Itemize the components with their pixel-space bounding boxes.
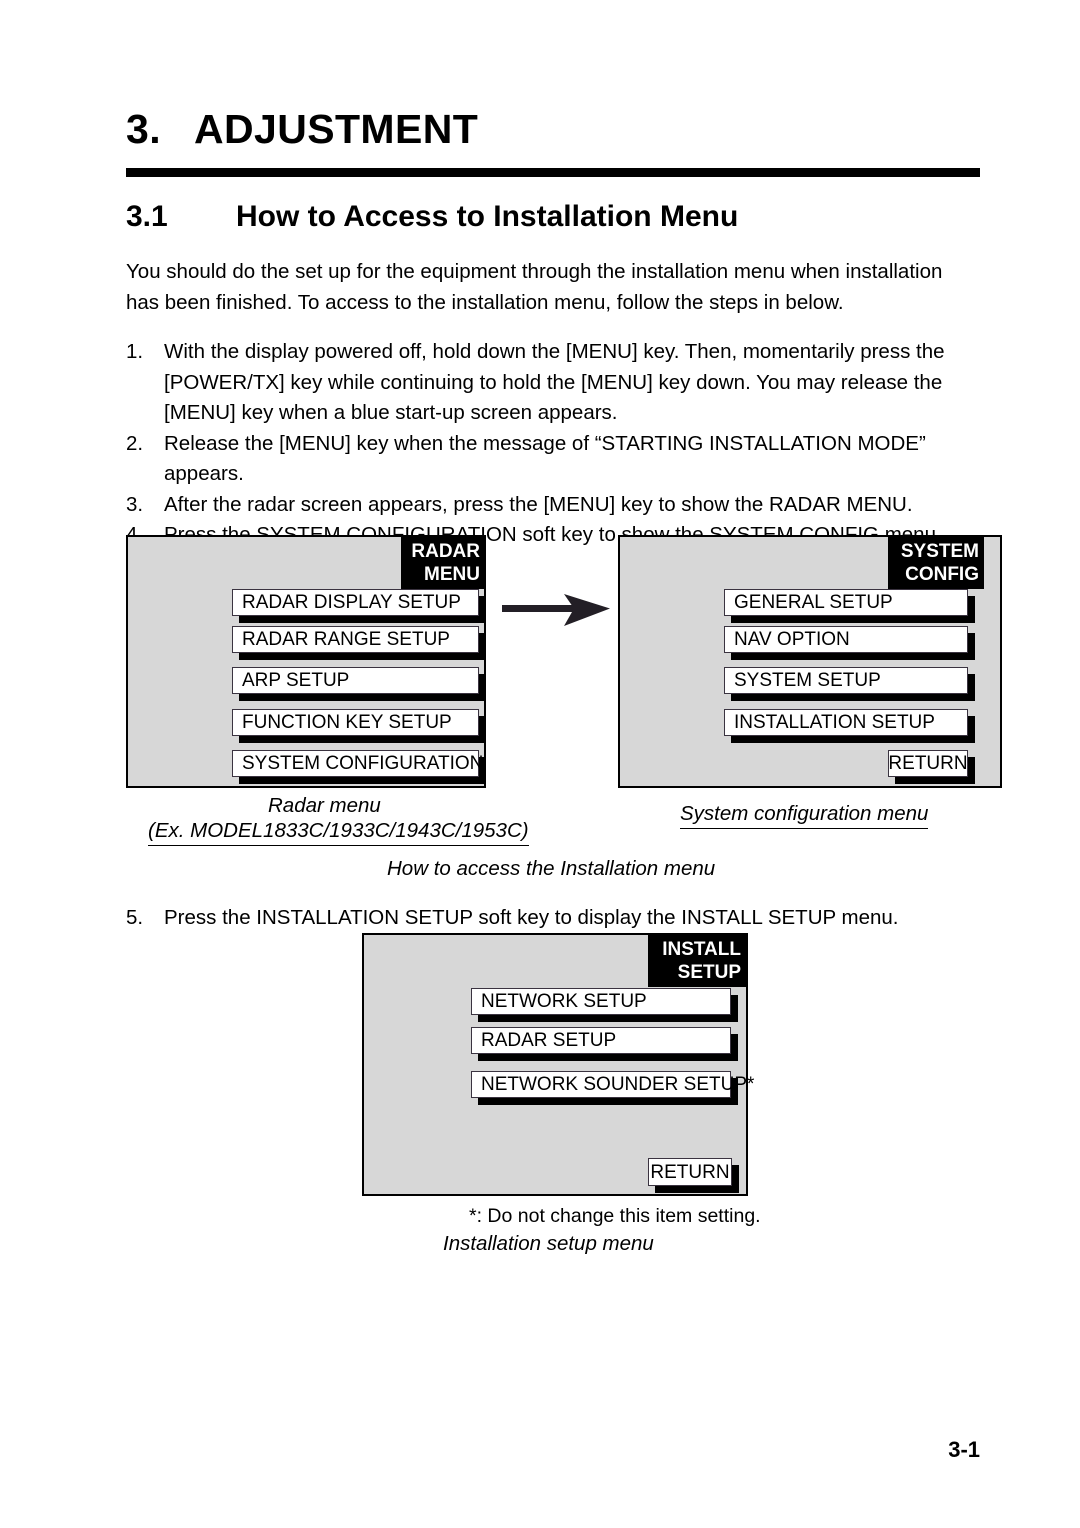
step-marker: 2. [126, 431, 144, 455]
radar-menu-header-line2: MENU [424, 564, 480, 585]
softkey-system-configuration[interactable]: SYSTEM CONFIGURATION [232, 750, 483, 777]
softkey-label: GENERAL SETUP [734, 592, 893, 613]
section-number: 3.1 [126, 200, 168, 233]
section-heading: 3.1 How to Access to Installation Menu [126, 200, 738, 234]
softkey-radar-setup[interactable]: RADAR SETUP [471, 1027, 731, 1054]
softkey-label: NETWORK SOUNDER SETUP* [481, 1074, 755, 1095]
caption-text: Installation setup menu [443, 1232, 654, 1255]
step5-list: 5. Press the INSTALLATION SETUP soft key… [126, 903, 982, 934]
step-text: Press the INSTALLATION SETUP soft key to… [164, 906, 899, 929]
list-item: 1. With the display powered off, hold do… [126, 337, 982, 429]
softkey-installation-setup[interactable]: INSTALLATION SETUP [724, 709, 968, 736]
softkey-label: FUNCTION KEY SETUP [242, 712, 452, 733]
softkey-arp-setup[interactable]: ARP SETUP [232, 667, 479, 694]
footnote-text: *: Do not change this item setting. [469, 1205, 761, 1227]
install-setup-footnote: *: Do not change this item setting. [469, 1205, 761, 1228]
softkey-function-key-setup[interactable]: FUNCTION KEY SETUP [232, 709, 479, 736]
softkey-label: INSTALLATION SETUP [734, 712, 935, 733]
list-item: 5. Press the INSTALLATION SETUP soft key… [126, 903, 982, 934]
radar-menu-caption: Radar menu [268, 792, 381, 819]
system-config-caption: System configuration menu [680, 800, 929, 829]
caption-text: (Ex. MODEL1833C/1933C/1943C/1953C) [148, 819, 529, 842]
softkey-network-setup[interactable]: NETWORK SETUP [471, 988, 731, 1015]
softkey-label: RADAR SETUP [481, 1030, 617, 1051]
section-title: How to Access to Installation Menu [236, 200, 739, 233]
chapter-title: ADJUSTMENT [194, 106, 479, 152]
softkey-label: RADAR RANGE SETUP [242, 629, 450, 650]
system-config-header-line1: SYSTEM [900, 541, 979, 562]
step-marker: 3. [126, 492, 144, 516]
softkey-radar-range-setup[interactable]: RADAR RANGE SETUP [232, 626, 479, 653]
softkey-label: SYSTEM CONFIGURATION [242, 753, 484, 774]
caption-text: How to access the Installation menu [387, 857, 716, 880]
chapter-heading: 3. ADJUSTMENT [126, 106, 478, 153]
radar-menu-caption-models: (Ex. MODEL1833C/1933C/1943C/1953C) [148, 817, 529, 846]
radar-menu-header: RADAR MENU [401, 537, 485, 589]
steps-list: 1. With the display powered off, hold do… [126, 337, 982, 551]
install-setup-header-line1: INSTALL [662, 939, 741, 960]
step-text: After the radar screen appears, press th… [164, 492, 913, 516]
flow-arrow-icon [502, 592, 614, 628]
system-config-header-line2: CONFIG [905, 564, 979, 585]
install-setup-header: INSTALL SETUP [648, 935, 746, 987]
softkey-label: ARP SETUP [242, 670, 350, 691]
figure-title: How to access the Installation menu [387, 855, 715, 882]
step-marker: 5. [126, 906, 144, 929]
softkey-label: RETURN [650, 1161, 730, 1183]
intro-paragraph: You should do the set up for the equipme… [126, 260, 943, 314]
softkey-return-system-config[interactable]: RETURN [888, 750, 968, 777]
softkey-label: RADAR DISPLAY SETUP [242, 592, 461, 613]
install-setup-caption: Installation setup menu [443, 1230, 654, 1257]
step-text: With the display powered off, hold down … [164, 340, 945, 424]
page-number: 3-1 [948, 1437, 980, 1462]
caption-text: Radar menu [268, 794, 381, 817]
step-text: Release the [MENU] key when the message … [164, 431, 926, 486]
list-item: 3. After the radar screen appears, press… [126, 490, 982, 521]
system-config-header: SYSTEM CONFIG [888, 537, 984, 589]
step-marker: 1. [126, 340, 144, 363]
chapter-rule-divider [126, 168, 980, 177]
softkey-return-install-setup[interactable]: RETURN [648, 1158, 732, 1186]
softkey-radar-display-setup[interactable]: RADAR DISPLAY SETUP [232, 589, 479, 616]
softkey-label: NAV OPTION [734, 629, 850, 650]
softkey-system-setup[interactable]: SYSTEM SETUP [724, 667, 968, 694]
list-item: 2. Release the [MENU] key when the messa… [126, 429, 982, 490]
softkey-general-setup[interactable]: GENERAL SETUP [724, 589, 968, 616]
softkey-network-sounder-setup[interactable]: NETWORK SOUNDER SETUP* [471, 1071, 754, 1098]
radar-menu-header-line1: RADAR [411, 541, 480, 562]
install-setup-header-line2: SETUP [677, 962, 741, 983]
softkey-label: SYSTEM SETUP [734, 670, 881, 691]
caption-text: System configuration menu [680, 802, 929, 825]
softkey-nav-option[interactable]: NAV OPTION [724, 626, 968, 653]
chapter-number: 3. [126, 106, 161, 152]
softkey-label: NETWORK SETUP [481, 991, 647, 1012]
softkey-label: RETURN [888, 753, 968, 774]
document-page: 3. ADJUSTMENT 3.1 How to Access to Install… [0, 0, 1080, 1528]
